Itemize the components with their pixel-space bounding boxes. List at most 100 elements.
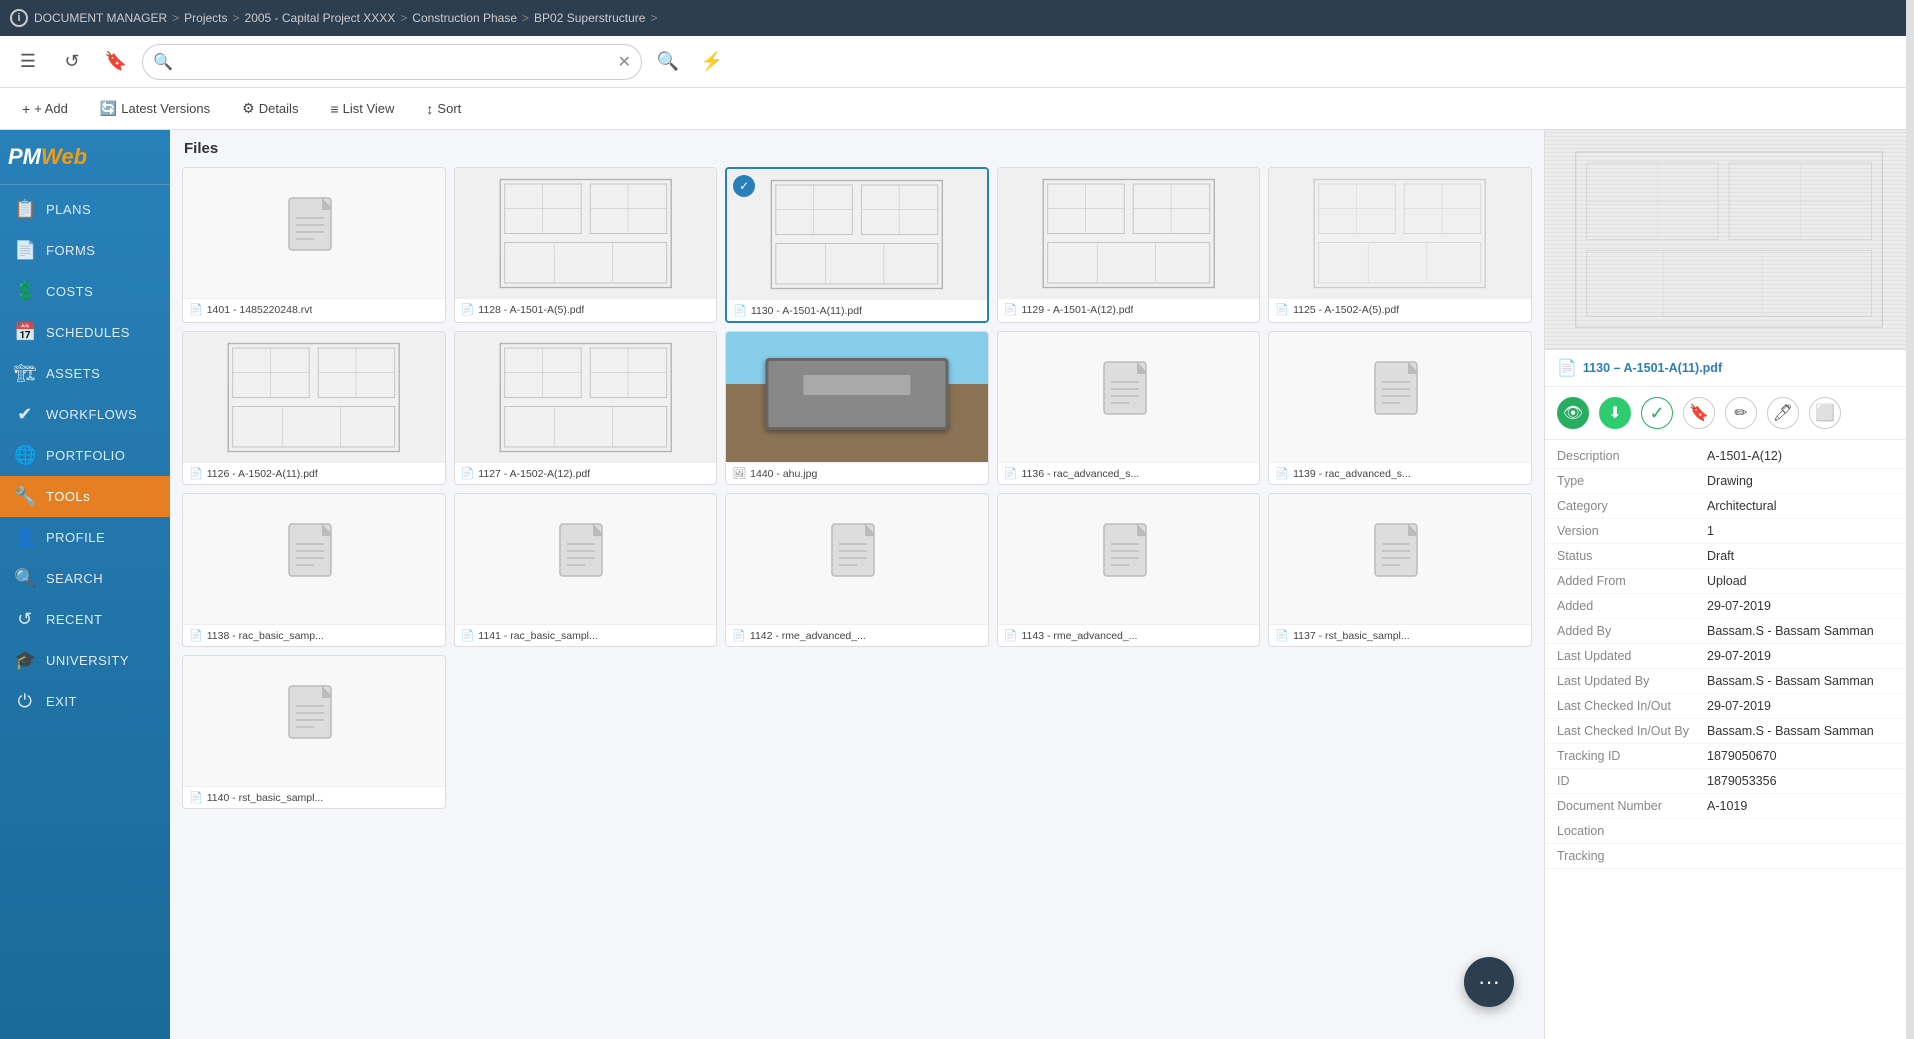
fab-button[interactable]: ··· [1464, 957, 1514, 1007]
detail-box-btn[interactable]: ⬜ [1809, 397, 1841, 429]
file-name: 1137 - rst_basic_sampl... [1293, 630, 1410, 642]
file-card-f12[interactable]: 📄 1141 - rac_basic_sampl... [454, 493, 718, 647]
sidebar-item-schedules[interactable]: 📅 SCHEDULES [0, 312, 170, 353]
meta-value: Upload [1707, 574, 1747, 588]
detail-pen-btn[interactable]: 🖊 [1767, 397, 1799, 429]
meta-row-added-by: Added By Bassam.S - Bassam Samman [1545, 619, 1914, 644]
file-thumbnail [183, 656, 445, 786]
sidebar-item-costs[interactable]: 💲 COSTS [0, 271, 170, 312]
file-card-f11[interactable]: 📄 1138 - rac_basic_samp... [182, 493, 446, 647]
blank-doc-icon [284, 196, 344, 271]
blueprint-thumb-svg: A-1501-A [468, 175, 703, 292]
sidebar-label-profile: PROFILE [46, 530, 105, 545]
file-name: 1125 - A-1502-A(5).pdf [1293, 304, 1399, 316]
file-type-icon: 📄 [189, 467, 203, 480]
file-card-f7[interactable]: A-1501-A 📄 1127 - A-1502-A(12).pdf [454, 331, 718, 485]
breadcrumb-bp[interactable]: BP02 Superstructure [534, 11, 645, 25]
breadcrumb-projects[interactable]: Projects [184, 11, 227, 25]
sort-button[interactable]: ↕ Sort [418, 97, 469, 121]
file-card-f16[interactable]: 📄 1140 - rst_basic_sampl... [182, 655, 446, 809]
file-type-icon: 📄 [1275, 629, 1289, 642]
files-grid-container: 📄 1401 - 1485220248.rvt A-1501-A [170, 163, 1544, 1039]
sidebar-label-university: UNIVERSITY [46, 653, 129, 668]
file-card-f8[interactable]: 🖼 1440 - ahu.jpg [725, 331, 989, 485]
search-bar[interactable]: 🔍 ✕ [142, 44, 642, 80]
zoom-icon[interactable]: 🔍 [650, 44, 686, 80]
detail-check-btn[interactable]: ✓ [1641, 397, 1673, 429]
file-card-f9[interactable]: 📄 1136 - rac_advanced_s... [997, 331, 1261, 485]
meta-row-type: Type Drawing [1545, 469, 1914, 494]
latest-versions-button[interactable]: 🔄 Latest Versions [92, 96, 218, 121]
meta-value: A-1501-A(12) [1707, 449, 1782, 463]
sidebar-item-recent[interactable]: ↺ RECENT [0, 599, 170, 640]
sidebar-item-tools[interactable]: 🔧 TOOLs [0, 476, 170, 517]
sidebar-item-assets[interactable]: 🏗 ASSETS [0, 353, 170, 394]
sidebar-item-portfolio[interactable]: 🌐 PORTFOLIO [0, 435, 170, 476]
sort-icon: ↕ [426, 101, 433, 117]
bookmark-toolbar-icon[interactable]: 🔖 [98, 44, 134, 80]
file-type-icon: 📄 [461, 629, 475, 642]
meta-value: 29-07-2019 [1707, 649, 1771, 663]
clear-search-icon[interactable]: ✕ [618, 52, 631, 72]
logo: PM Web [0, 138, 170, 185]
detail-view-btn[interactable]: 👁 [1557, 397, 1589, 429]
file-thumbnail [1269, 332, 1531, 462]
blank-doc-icon [1099, 360, 1159, 435]
file-card-f4[interactable]: A-1501-A 📄 1129 - A-1501-A(12).pdf [997, 167, 1261, 323]
settings-icon[interactable]: ⚡ [694, 44, 730, 80]
detail-file-title: 📄 1130 – A-1501-A(11).pdf [1545, 350, 1914, 387]
detail-bookmark-btn[interactable]: 🔖 [1683, 397, 1715, 429]
sidebar-item-university[interactable]: 🎓 UNIVERSITY [0, 640, 170, 681]
menu-icon[interactable]: ☰ [10, 44, 46, 80]
detail-meta: Description A-1501-A(12) Type Drawing Ca… [1545, 440, 1914, 873]
versions-icon: 🔄 [100, 100, 117, 117]
file-card-f10[interactable]: 📄 1139 - rac_advanced_s... [1268, 331, 1532, 485]
file-card-f3[interactable]: A-1501-A ✓ 📄 1130 - A-1501-A(11).pdf [725, 167, 989, 323]
detail-download-btn[interactable]: ⬇ [1599, 397, 1631, 429]
file-name: 1139 - rac_advanced_s... [1293, 468, 1411, 480]
list-view-button[interactable]: ≡ List View [322, 97, 402, 121]
meta-row-last-updated-by: Last Updated By Bassam.S - Bassam Samman [1545, 669, 1914, 694]
blueprint-thumb-svg: A-1501-A [740, 176, 974, 293]
file-name: 1142 - rme_advanced_... [750, 630, 866, 642]
sidebar-item-exit[interactable]: ⏻ EXIT [0, 681, 170, 722]
recent-icon: ↺ [14, 609, 36, 630]
breadcrumb-project[interactable]: 2005 - Capital Project XXXX [245, 11, 396, 25]
file-name: 1128 - A-1501-A(5).pdf [478, 304, 584, 316]
meta-label: Added From [1557, 574, 1707, 588]
sidebar-item-forms[interactable]: 📄 FORMS [0, 230, 170, 271]
sidebar-label-recent: RECENT [46, 612, 102, 627]
undo-icon[interactable]: ↺ [54, 44, 90, 80]
file-card-f1[interactable]: 📄 1401 - 1485220248.rvt [182, 167, 446, 323]
meta-label: ID [1557, 774, 1707, 788]
breadcrumb-doc-manager[interactable]: DOCUMENT MANAGER [34, 11, 167, 25]
meta-row-last-updated: Last Updated 29-07-2019 [1545, 644, 1914, 669]
file-name: 1138 - rac_basic_samp... [207, 630, 324, 642]
file-card-f13[interactable]: 📄 1142 - rme_advanced_... [725, 493, 989, 647]
blueprint-thumb-svg: A-1501-A [468, 339, 703, 456]
main-layout: PM Web 📋 PLANS 📄 FORMS 💲 COSTS 📅 SCHEDUL… [0, 130, 1914, 1039]
file-type-icon: 📄 [189, 791, 203, 804]
file-card-f15[interactable]: 📄 1137 - rst_basic_sampl... [1268, 493, 1532, 647]
file-card-f14[interactable]: 📄 1143 - rme_advanced_... [997, 493, 1261, 647]
add-button[interactable]: + + Add [14, 97, 76, 121]
scrollbar-track[interactable] [1906, 130, 1914, 1039]
file-card-f2[interactable]: A-1501-A 📄 1128 - A-1501-A(5).pdf [454, 167, 718, 323]
sidebar-item-workflows[interactable]: ✔ WORKFLOWS [0, 394, 170, 435]
details-button[interactable]: ⚙ Details [234, 96, 306, 121]
meta-label: Last Updated By [1557, 674, 1707, 688]
file-card-f6[interactable]: A-1501-A 📄 1126 - A-1502-A(11).pdf [182, 331, 446, 485]
search-input[interactable] [173, 54, 618, 70]
sidebar-label-plans: PLANS [46, 202, 91, 217]
info-icon[interactable]: i [10, 9, 28, 27]
file-card-f5[interactable]: A-1501-A 📄 1125 - A-1502-A(5).pdf [1268, 167, 1532, 323]
meta-value: 1 [1707, 524, 1714, 538]
file-name: 1143 - rme_advanced_... [1022, 630, 1138, 642]
detail-edit-btn[interactable]: ✏ [1725, 397, 1757, 429]
sidebar-item-plans[interactable]: 📋 PLANS [0, 189, 170, 230]
sidebar-item-profile[interactable]: 👤 PROFILE [0, 517, 170, 558]
plans-icon: 📋 [14, 199, 36, 220]
breadcrumb-phase[interactable]: Construction Phase [412, 11, 517, 25]
sidebar-item-search[interactable]: 🔍 SEARCH [0, 558, 170, 599]
actionbar: + + Add 🔄 Latest Versions ⚙ Details ≡ Li… [0, 88, 1914, 130]
